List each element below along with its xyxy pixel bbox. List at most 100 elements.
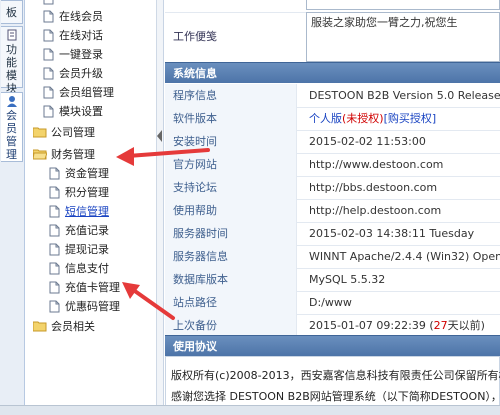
tree-item-withdraw-records[interactable]: 提现记录 (49, 241, 109, 259)
tree-group-label: 会员相关 (51, 320, 95, 333)
help-link[interactable]: http://help.destoon.com (309, 199, 441, 222)
page-icon (43, 67, 54, 80)
page-icon (49, 205, 60, 218)
tree-item-member-groups[interactable]: 会员组管理 (43, 84, 114, 102)
tree-item-partial[interactable]: ··· (43, 0, 70, 8)
sidebar-collapse-bar[interactable] (157, 0, 164, 405)
buy-license-link[interactable]: [购买授权] (384, 112, 437, 125)
tree-item-module-settings[interactable]: 模块设置 (43, 103, 103, 121)
info-key: 软件版本 (165, 107, 297, 130)
tree-group-label: 财务管理 (51, 148, 95, 161)
tree-item-label: 在线对话 (59, 29, 103, 42)
tree-item-label: 资金管理 (65, 167, 109, 180)
tab-panel[interactable]: 板 (1, 0, 23, 24)
top-input-partial[interactable] (306, 0, 500, 10)
folder-icon (33, 321, 47, 332)
info-key: 使用帮助 (165, 199, 297, 222)
tree-item-one-click-login[interactable]: 一键登录 (43, 46, 103, 64)
page-icon (49, 262, 60, 275)
page-icon (43, 0, 54, 5)
tree-item-recharge-cards[interactable]: 充值卡管理 (49, 279, 120, 297)
page-icon (49, 224, 60, 237)
page-icon (7, 29, 16, 41)
info-key: 服务器时间 (165, 222, 297, 245)
navigation-tree: ··· 在线会员 在线对话 一键登录 会员升级 会员组管理 模块设置 公司管理 … (25, 0, 157, 405)
backup-date: 2015-01-07 09:22:39 ( (309, 319, 434, 332)
official-site-link[interactable]: http://www.destoon.com (309, 153, 443, 176)
tree-group-finance[interactable]: 财务管理 (33, 146, 95, 164)
tree-group-label: 公司管理 (51, 126, 95, 139)
tree-item-label: 短信管理 (65, 205, 109, 218)
backup-suffix: 天以前) (447, 319, 485, 332)
info-row: 安装时间 2015-02-02 11:53:00 (165, 130, 500, 154)
forum-link[interactable]: http://bbs.destoon.com (309, 176, 437, 199)
info-value: 2015-02-03 14:38:11 Tuesday (309, 227, 475, 240)
folder-open-icon (33, 149, 47, 160)
info-key: 支持论坛 (165, 176, 297, 199)
tree-item-label: 优惠码管理 (65, 300, 120, 313)
status-bar (0, 405, 500, 415)
vertical-tab-strip: 板 功能模块 会员管理 (0, 0, 25, 415)
tree-item-label: 会员升级 (59, 67, 103, 80)
info-row: 程序信息 DESTOON B2B Version 5.0 Release 2 (165, 84, 500, 108)
license-text-box[interactable]: 版权所有(c)2008-2013，西安嘉客信息科技有限责任公司保留所有权利 感谢… (165, 356, 500, 405)
edition-link[interactable]: 个人版 (309, 112, 342, 125)
license-line: 版权所有(c)2008-2013，西安嘉客信息科技有限责任公司保留所有权利 (171, 369, 500, 382)
tree-item-label: 充值记录 (65, 224, 109, 237)
info-key: 站点路径 (165, 291, 297, 314)
tab-function-modules[interactable]: 功能模块 (1, 26, 23, 95)
tree-item-sms[interactable]: 短信管理 (49, 203, 109, 221)
tree-item-label: 积分管理 (65, 186, 109, 199)
info-key: 程序信息 (165, 84, 297, 107)
info-value: 个人版(未授权)[购买授权] (309, 107, 436, 130)
tree-item-label: 一键登录 (59, 48, 103, 61)
main-panel: 工作便笺 服装之家助您一臂之力,祝您生 系统信息 程序信息 DESTOON B2B… (165, 0, 500, 405)
tree-group-member-related[interactable]: 会员相关 (33, 318, 95, 336)
tree-item-label: 会员组管理 (59, 86, 114, 99)
tab-member-management-label: 会员管理 (6, 109, 17, 161)
info-key: 服务器信息 (165, 245, 297, 268)
page-icon (49, 186, 60, 199)
user-icon (6, 96, 17, 107)
page-icon (43, 105, 54, 118)
tree-item-online-members[interactable]: 在线会员 (43, 8, 103, 26)
tree-item-points[interactable]: 积分管理 (49, 184, 109, 202)
tree-item-label: 模块设置 (59, 105, 103, 118)
tree-item-funds[interactable]: 资金管理 (49, 165, 109, 183)
tree-group-company[interactable]: 公司管理 (33, 124, 95, 142)
info-row: 服务器信息 WINNT Apache/2.4.4 (Win32) OpenS (165, 245, 500, 269)
info-row: 使用帮助 http://help.destoon.com (165, 199, 500, 223)
info-key: 数据库版本 (165, 268, 297, 291)
info-row: 官方网站 http://www.destoon.com (165, 153, 500, 177)
info-key: 官方网站 (165, 153, 297, 176)
page-icon (43, 48, 54, 61)
tree-item-member-upgrade[interactable]: 会员升级 (43, 65, 103, 83)
info-value: 2015-02-02 11:53:00 (309, 135, 426, 148)
page-icon (49, 300, 60, 313)
tree-item-coupon-codes[interactable]: 优惠码管理 (49, 298, 120, 316)
info-value: D:/www (309, 296, 352, 309)
info-row: 支持论坛 http://bbs.destoon.com (165, 176, 500, 200)
work-note-label: 工作便笺 (173, 30, 217, 43)
info-row: 软件版本 个人版(未授权)[购买授权] (165, 107, 500, 131)
info-row: 服务器时间 2015-02-03 14:38:11 Tuesday (165, 222, 500, 246)
tab-function-modules-label: 功能模块 (6, 43, 17, 95)
info-value: DESTOON B2B Version 5.0 Release 2 (309, 89, 500, 102)
tree-item-label: 充值卡管理 (65, 281, 120, 294)
page-icon (43, 29, 54, 42)
page-icon (43, 86, 54, 99)
tree-item-label: 提现记录 (65, 243, 109, 256)
info-row: 数据库版本 MySQL 5.5.32 (165, 268, 500, 292)
tab-member-management[interactable]: 会员管理 (1, 92, 23, 162)
tree-item-label: 信息支付 (65, 262, 109, 275)
info-row: 站点路径 D:/www (165, 291, 500, 315)
tree-item-info-payment[interactable]: 信息支付 (49, 260, 109, 278)
folder-icon (33, 127, 47, 138)
page-icon (49, 167, 60, 180)
info-value: MySQL 5.5.32 (309, 273, 386, 286)
tree-item-recharge-records[interactable]: 充值记录 (49, 222, 109, 240)
tree-item-online-chat[interactable]: 在线对话 (43, 27, 103, 45)
license-line: 感谢您选择 DESTOON B2B网站管理系统（以下简称DESTOON）， (171, 390, 500, 403)
info-value: 2015-01-07 09:22:39 (27天以前) (309, 314, 485, 337)
work-note-textarea[interactable]: 服装之家助您一臂之力,祝您生 (306, 12, 500, 62)
